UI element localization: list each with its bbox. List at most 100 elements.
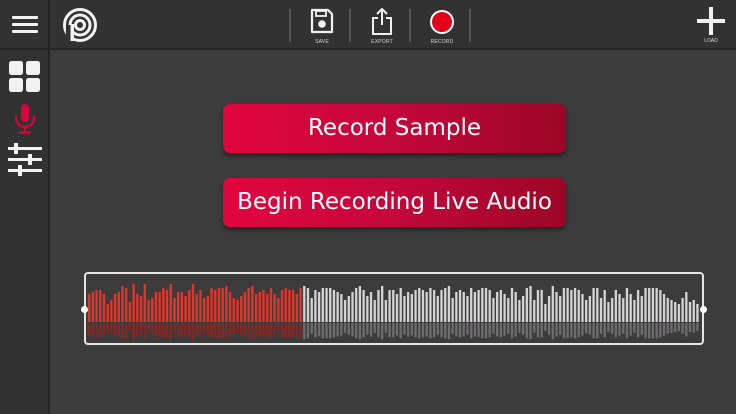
waveform-bar-played (199, 290, 202, 322)
waveform-bar-reflection (210, 323, 213, 339)
export-button[interactable]: EXPORT (362, 5, 402, 45)
waveform-bar-reflection (347, 323, 350, 335)
waveform-bar-reflection (236, 323, 239, 333)
waveform-bar (403, 296, 406, 322)
waveform-bar-reflection (362, 323, 365, 338)
waveform-bar-played (284, 288, 287, 322)
sliders-icon[interactable] (8, 142, 42, 176)
waveform-bar (347, 296, 350, 322)
plus-icon (697, 7, 725, 35)
waveform-bar (677, 304, 681, 322)
waveform-bar-reflection (292, 323, 295, 338)
waveform-bar-reflection (599, 323, 603, 334)
waveform-end-handle[interactable] (700, 306, 707, 313)
save-button[interactable]: SAVE (302, 5, 342, 45)
waveform-bar-reflection (399, 323, 402, 339)
record-button[interactable]: RECORD (422, 5, 462, 45)
waveform-bar (536, 290, 540, 322)
waveform-bar-played (139, 296, 143, 322)
waveform-bar-reflection (696, 323, 699, 332)
waveform-bar-played (147, 300, 150, 322)
waveform-bar-reflection (136, 323, 139, 336)
waveform-bar-played (202, 298, 206, 322)
waveform-bar (566, 288, 569, 322)
waveform-bar (306, 288, 310, 322)
waveform-bar-reflection (421, 323, 425, 338)
waveform-bar (473, 292, 477, 322)
waveform-bar-played (221, 288, 224, 322)
waveform-bar (362, 290, 365, 322)
waveform-bar (529, 286, 532, 322)
waveform-bar-reflection (414, 323, 417, 338)
waveform-bar-played (121, 286, 124, 322)
hamburger-menu-icon[interactable] (12, 14, 38, 34)
load-button[interactable]: LOAD (692, 4, 730, 46)
waveform-bar (503, 294, 506, 322)
waveform-bar-reflection (288, 323, 291, 338)
waveform-bar (462, 292, 465, 322)
waveform-bar (681, 298, 684, 322)
waveform-bar-reflection (154, 323, 158, 337)
waveform-bar (659, 290, 662, 322)
waveform-bar (610, 298, 614, 322)
waveform-bar-reflection (177, 323, 180, 337)
waveform-bar-reflection (573, 323, 577, 339)
waveform-bar-reflection (533, 323, 536, 333)
grid-icon[interactable] (8, 60, 42, 94)
waveform-bar-played (295, 294, 299, 322)
waveform-bar (340, 294, 343, 322)
waveform-bar-played (151, 298, 154, 322)
waveform-bar-reflection (277, 323, 280, 334)
waveform-bar-reflection (269, 323, 273, 339)
microphone-icon[interactable] (8, 102, 42, 136)
waveform-bar (581, 294, 584, 322)
toolbar-separator (469, 9, 471, 42)
waveform-bar (451, 298, 454, 322)
record-sample-button[interactable]: Record Sample (223, 104, 566, 153)
app-logo-icon (62, 7, 98, 43)
waveform-bar-played (165, 290, 169, 322)
waveform-bar-reflection (692, 323, 695, 333)
waveform-bar-reflection (139, 323, 143, 335)
waveform-bar-reflection (202, 323, 206, 334)
waveform-bar-reflection (206, 323, 209, 335)
waveform-bar-reflection (169, 323, 172, 341)
waveform-start-handle[interactable] (81, 306, 88, 313)
waveform-bar-reflection (158, 323, 161, 337)
waveform-bar-reflection (121, 323, 124, 340)
waveform-bar-played (177, 292, 180, 322)
left-sidebar (0, 50, 50, 414)
waveform-bar-reflection (351, 323, 354, 337)
waveform-bar-reflection (392, 323, 395, 338)
waveform-bar-reflection (88, 323, 91, 336)
waveform-bar (429, 288, 432, 322)
waveform-bar (662, 294, 666, 322)
waveform-bar (544, 304, 547, 322)
waveform-bar-reflection (325, 323, 328, 339)
waveform-bar-reflection (403, 323, 406, 335)
waveform-bar (392, 290, 395, 322)
waveform-bar-reflection (95, 323, 98, 338)
waveform-bar-reflection (195, 323, 198, 336)
waveform-bar-reflection (648, 323, 651, 339)
waveform-bar (447, 286, 451, 322)
record-label: RECORD (430, 39, 454, 45)
waveform-bar-reflection (451, 323, 454, 334)
waveform-bar-played (184, 296, 187, 322)
waveform-bar-reflection (310, 323, 313, 334)
waveform-bar (525, 288, 528, 322)
waveform-bar (373, 300, 376, 322)
waveform-bar-played (232, 298, 235, 322)
begin-recording-live-audio-button[interactable]: Begin Recording Live Audio (223, 178, 566, 227)
waveform-bar-played (143, 284, 146, 322)
waveform-bar-played (102, 294, 106, 322)
waveform-bar-played (91, 292, 95, 322)
waveform-bar-reflection (332, 323, 336, 338)
waveform-bar (432, 290, 436, 322)
waveform-bar (499, 290, 503, 322)
waveform-display[interactable] (84, 272, 704, 345)
waveform-bar-reflection (510, 323, 514, 339)
waveform-bar-reflection (562, 323, 566, 339)
waveform-bar-reflection (199, 323, 202, 338)
waveform-bar-reflection (588, 323, 592, 335)
